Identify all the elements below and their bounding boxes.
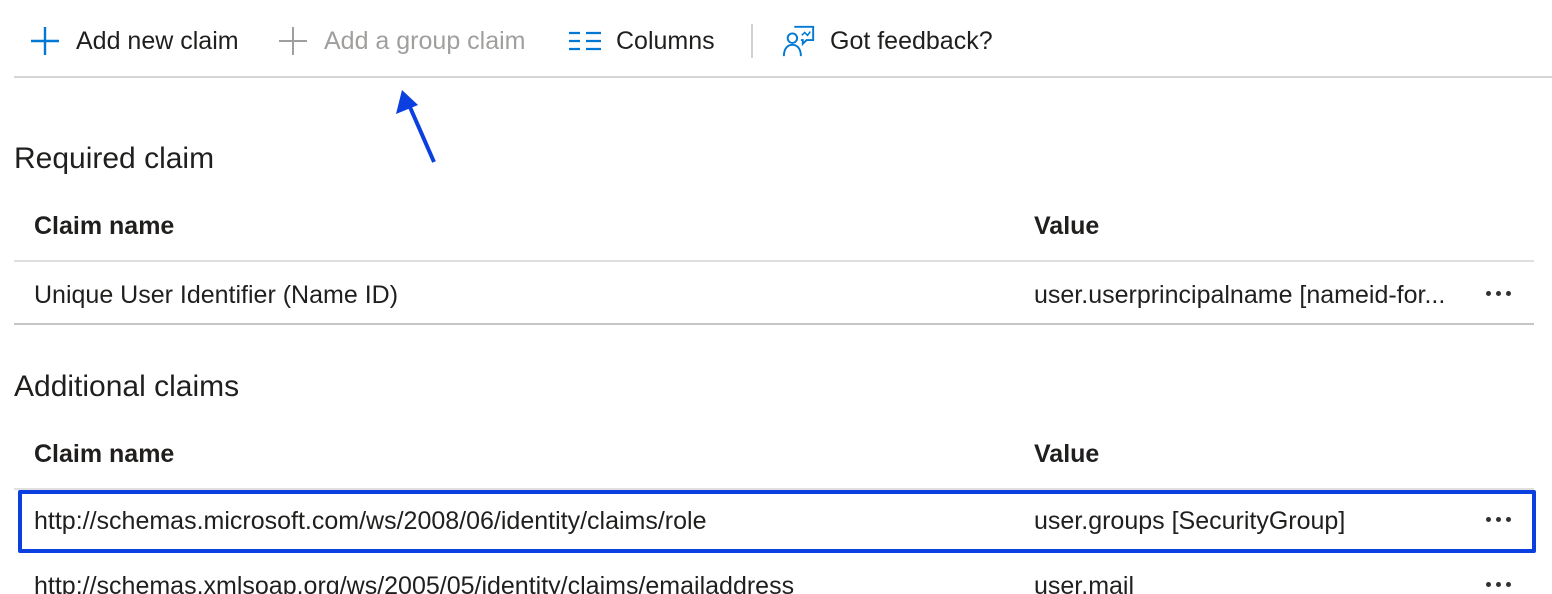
feedback-button[interactable]: Got feedback? [782,18,993,64]
feedback-icon [782,24,816,58]
add-new-claim-button[interactable]: Add new claim [28,18,239,64]
claim-name-cell: http://schemas.xmlsoap.org/ws/2005/05/id… [34,572,795,594]
claim-value-cell: user.userprincipalname [nameid-for... [1034,281,1446,309]
add-group-claim-label: Add a group claim [324,26,526,55]
more-icon[interactable] [1478,569,1518,594]
columns-button[interactable]: Columns [568,18,715,64]
toolbar-divider [751,24,753,58]
columns-icon [568,24,602,58]
add-group-claim-button[interactable]: Add a group claim [276,18,526,64]
required-header-divider [14,260,1534,262]
required-col-claim-name[interactable]: Claim name [34,212,174,241]
more-icon[interactable] [1478,278,1518,308]
required-claim-title: Required claim [14,142,215,175]
arrow-annotation [392,88,442,173]
columns-label: Columns [616,26,715,55]
feedback-label: Got feedback? [830,26,993,55]
required-row-divider [14,323,1534,325]
plus-icon [28,24,62,58]
command-bar: Add new claim Add a group claim Columns [14,0,1552,78]
add-new-claim-label: Add new claim [76,26,239,55]
plus-icon [276,24,310,58]
highlight-box [18,490,1536,553]
claim-value-cell: user.mail [1034,572,1135,594]
required-col-value[interactable]: Value [1034,212,1099,241]
additional-col-claim-name[interactable]: Claim name [34,440,174,469]
additional-claims-title: Additional claims [14,370,240,403]
additional-col-value[interactable]: Value [1034,440,1099,469]
claim-name-cell: Unique User Identifier (Name ID) [34,281,399,309]
